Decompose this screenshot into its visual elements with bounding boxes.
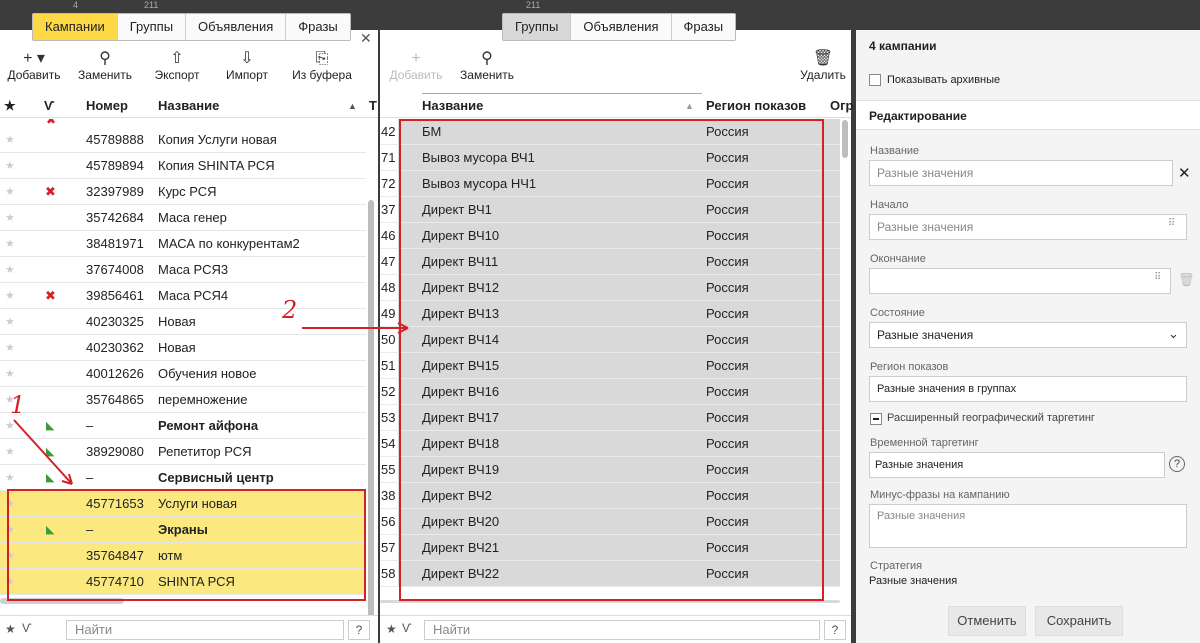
annotation-overlay: 1 2 [7, 119, 824, 601]
highlight-box-campaigns [7, 489, 366, 601]
arrow-one [13, 419, 73, 485]
annotation-one: 1 [10, 391, 25, 419]
highlight-box-groups [399, 119, 824, 601]
annotation-two: 2 [281, 296, 297, 324]
